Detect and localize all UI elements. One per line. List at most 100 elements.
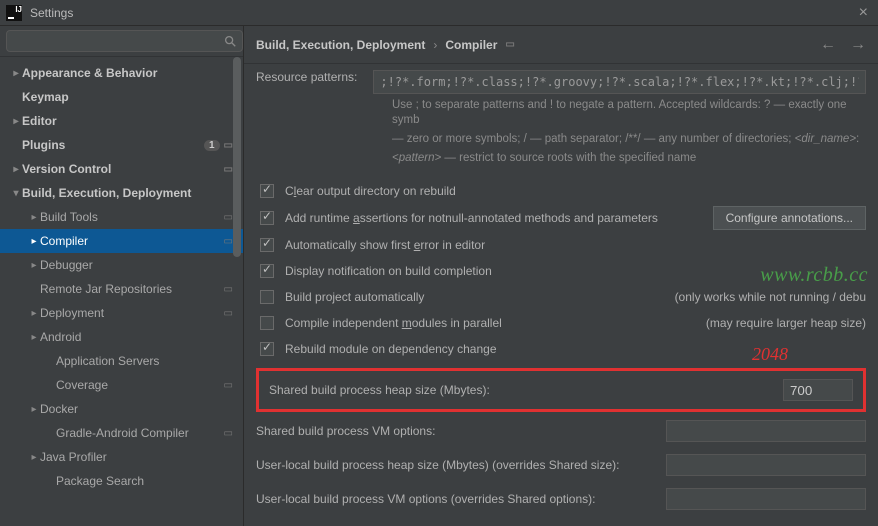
scrollbar[interactable] — [233, 57, 241, 526]
user-vm-label: User-local build process VM options (ove… — [256, 492, 596, 506]
tree-item-version-control[interactable]: ▸Version Control▭ — [0, 157, 243, 181]
auto-build-checkbox[interactable] — [260, 290, 274, 304]
scope-icon: ▭ — [224, 308, 233, 319]
tree-item-deployment[interactable]: ▸Deployment▭ — [0, 301, 243, 325]
chevron-down-icon: ▾ — [10, 188, 22, 199]
tree-item-compiler[interactable]: ▸Compiler▭ — [0, 229, 243, 253]
forward-icon[interactable]: → — [850, 36, 866, 54]
scope-icon: ▭ — [224, 428, 233, 439]
breadcrumb-b[interactable]: Compiler — [445, 38, 497, 52]
tree-item-label: Appearance & Behavior — [22, 66, 237, 80]
search-input[interactable] — [6, 30, 243, 52]
heap-input[interactable] — [783, 379, 853, 401]
tree-item-label: Java Profiler — [40, 450, 237, 464]
highlight-box: Shared build process heap size (Mbytes): — [256, 368, 866, 412]
close-icon[interactable]: × — [855, 4, 872, 22]
tree-item-label: Build Tools — [40, 210, 224, 224]
tree-item-label: Docker — [40, 402, 237, 416]
breadcrumb: Build, Execution, Deployment › Compiler … — [244, 26, 878, 64]
configure-annotations-button[interactable]: Configure annotations... — [713, 206, 866, 230]
tree-item-plugins[interactable]: Plugins1 ▭ — [0, 133, 243, 157]
tree-item-label: Editor — [22, 114, 237, 128]
tree-item-build-execution-deployment[interactable]: ▾Build, Execution, Deployment — [0, 181, 243, 205]
tree-item-label: Deployment — [40, 306, 224, 320]
tree-item-keymap[interactable]: Keymap — [0, 85, 243, 109]
tree-item-label: Package Search — [56, 474, 237, 488]
tree-item-label: Application Servers — [56, 354, 237, 368]
first-error-checkbox[interactable] — [260, 238, 274, 252]
scope-icon: ▭ — [224, 140, 233, 151]
chevron-right-icon: › — [433, 38, 437, 52]
clear-output-label: Clear output directory on rebuild — [285, 184, 456, 198]
tree-item-label: Build, Execution, Deployment — [22, 186, 237, 200]
tree-item-debugger[interactable]: ▸Debugger — [0, 253, 243, 277]
tree-item-label: Version Control — [22, 162, 224, 176]
assertions-label: Add runtime assertions for notnull-annot… — [285, 211, 658, 225]
scope-icon: ▭ — [224, 212, 233, 223]
window-title: Settings — [30, 6, 73, 20]
vm-label: Shared build process VM options: — [256, 424, 435, 438]
depchange-checkbox[interactable] — [260, 342, 274, 356]
chevron-right-icon: ▸ — [28, 260, 40, 271]
tree-item-package-search[interactable]: Package Search — [0, 469, 243, 493]
annotation-2048: 2048 — [752, 344, 788, 365]
tree-item-gradle-android-compiler[interactable]: Gradle-Android Compiler▭ — [0, 421, 243, 445]
auto-build-label: Build project automatically — [285, 290, 424, 304]
parallel-note: (may require larger heap size) — [706, 316, 866, 330]
notify-checkbox[interactable] — [260, 264, 274, 278]
tree-item-coverage[interactable]: Coverage▭ — [0, 373, 243, 397]
auto-build-note: (only works while not running / debu — [675, 290, 866, 304]
chevron-right-icon: ▸ — [10, 164, 22, 175]
back-icon[interactable]: ← — [820, 36, 836, 54]
tree-item-application-servers[interactable]: Application Servers — [0, 349, 243, 373]
scope-icon: ▭ — [505, 39, 514, 50]
user-heap-label: User-local build process heap size (Mbyt… — [256, 458, 619, 472]
chevron-right-icon: ▸ — [28, 332, 40, 343]
resource-hint-3: <pattern> — restrict to source roots wit… — [392, 151, 866, 166]
chevron-right-icon: ▸ — [28, 404, 40, 415]
chevron-right-icon: ▸ — [10, 116, 22, 127]
resource-patterns-input[interactable] — [373, 70, 866, 94]
tree-item-android[interactable]: ▸Android — [0, 325, 243, 349]
tree-item-label: Remote Jar Repositories — [40, 282, 224, 296]
tree-item-label: Coverage — [56, 378, 224, 392]
user-heap-input[interactable] — [666, 454, 866, 476]
resource-patterns-label: Resource patterns: — [256, 70, 357, 84]
chevron-right-icon: ▸ — [10, 68, 22, 79]
watermark-text: www.rcbb.cc — [760, 264, 868, 287]
clear-output-checkbox[interactable] — [260, 184, 274, 198]
heap-label: Shared build process heap size (Mbytes): — [269, 383, 490, 397]
chevron-right-icon: ▸ — [28, 452, 40, 463]
notify-label: Display notification on build completion — [285, 264, 492, 278]
tree-item-docker[interactable]: ▸Docker — [0, 397, 243, 421]
chevron-right-icon: ▸ — [28, 236, 40, 247]
scope-icon: ▭ — [224, 284, 233, 295]
tree-item-label: Plugins — [22, 138, 204, 152]
tree-item-appearance-behavior[interactable]: ▸Appearance & Behavior — [0, 61, 243, 85]
settings-tree[interactable]: ▸Appearance & BehaviorKeymap▸EditorPlugi… — [0, 57, 243, 526]
parallel-checkbox[interactable] — [260, 316, 274, 330]
chevron-right-icon: ▸ — [28, 212, 40, 223]
tree-item-remote-jar-repositories[interactable]: Remote Jar Repositories▭ — [0, 277, 243, 301]
vm-input[interactable] — [666, 420, 866, 442]
titlebar: IJ Settings × — [0, 0, 878, 26]
scrollbar-thumb[interactable] — [233, 57, 241, 257]
badge: 1 — [204, 140, 220, 151]
tree-item-label: Debugger — [40, 258, 237, 272]
sidebar: ▸Appearance & BehaviorKeymap▸EditorPlugi… — [0, 26, 244, 526]
tree-item-editor[interactable]: ▸Editor — [0, 109, 243, 133]
parallel-label: Compile independent modules in parallel — [285, 316, 502, 330]
search-icon — [223, 34, 237, 48]
breadcrumb-a[interactable]: Build, Execution, Deployment — [256, 38, 425, 52]
tree-item-java-profiler[interactable]: ▸Java Profiler — [0, 445, 243, 469]
tree-item-build-tools[interactable]: ▸Build Tools▭ — [0, 205, 243, 229]
search-row — [0, 26, 243, 57]
assertions-checkbox[interactable] — [260, 211, 274, 225]
depchange-label: Rebuild module on dependency change — [285, 342, 497, 356]
tree-item-label: Android — [40, 330, 237, 344]
resource-hint-1: Use ; to separate patterns and ! to nega… — [392, 98, 866, 128]
scope-icon: ▭ — [224, 380, 233, 391]
scope-icon: ▭ — [224, 164, 233, 175]
main-panel: Build, Execution, Deployment › Compiler … — [244, 26, 878, 526]
user-vm-input[interactable] — [666, 488, 866, 510]
